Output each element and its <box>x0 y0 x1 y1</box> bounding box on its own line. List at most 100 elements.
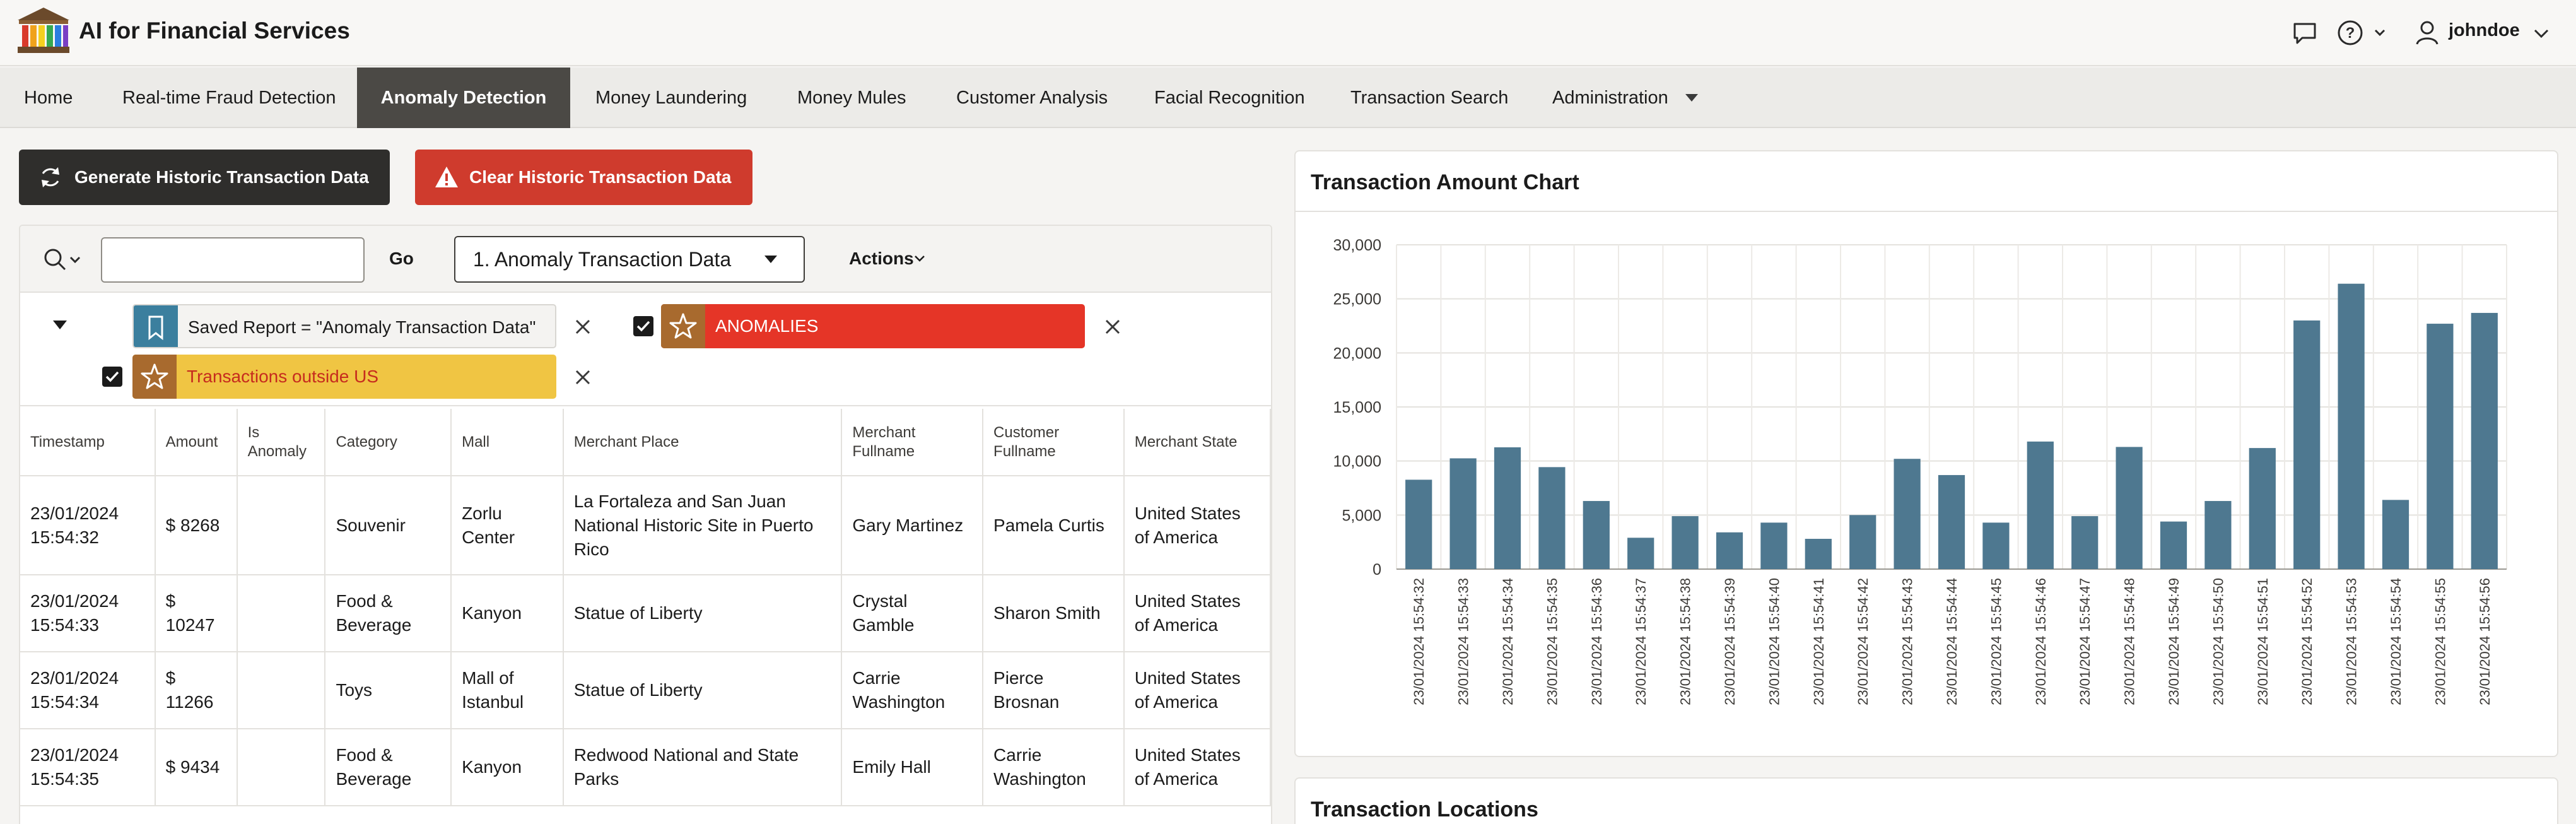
saved-report-filter-chip[interactable]: Saved Report = "Anomaly Transaction Data… <box>132 304 556 348</box>
chart-bar <box>1583 501 1610 569</box>
generate-historic-data-button[interactable]: Generate Historic Transaction Data <box>19 150 390 205</box>
cell-merchant-place: Statue of Liberty <box>563 575 843 652</box>
user-name[interactable]: johndoe <box>2449 20 2520 41</box>
cell-category: Toys <box>325 652 452 729</box>
chart-bar <box>1449 458 1477 569</box>
cell-amount: $ 8268 <box>155 476 238 575</box>
nav-facial-recognition[interactable]: Facial Recognition <box>1154 68 1305 128</box>
table-row: 23/01/2024 15:54:34 $ 11266 Toys Mall of… <box>20 652 1271 729</box>
outside-us-filter-checkbox[interactable] <box>102 367 122 387</box>
cell-category: Food & Beverage <box>325 729 452 806</box>
report-toolbar: Go 1. Anomaly Transaction Data Actions <box>20 226 1271 293</box>
nav-real-time-fraud-detection[interactable]: Real-time Fraud Detection <box>122 68 336 128</box>
x-tick-label: 23/01/2024 15:54:46 <box>2033 578 2049 705</box>
star-icon <box>132 355 177 399</box>
cell-customer-fullname: Pierce Brosnan <box>983 652 1125 729</box>
chart-bar <box>1760 522 1788 569</box>
table-header-row: Timestamp Amount Is Anomaly Category Mal… <box>20 409 1271 476</box>
cell-is-anomaly <box>237 729 326 806</box>
app-title[interactable]: AI for Financial Services <box>79 18 350 44</box>
x-tick-label: 23/01/2024 15:54:35 <box>1544 578 1560 705</box>
chart-bar <box>2338 283 2365 569</box>
nav-money-mules[interactable]: Money Mules <box>797 68 906 128</box>
transaction-amount-chart-panel: Transaction Amount Chart 0 5,000 10,000 15,… <box>1294 150 2558 757</box>
chart-bar <box>2293 320 2321 569</box>
chart-panel-title: Transaction Amount Chart <box>1311 170 1579 194</box>
cell-merchant-place: La Fortaleza and San Juan National Histo… <box>563 476 843 575</box>
column-header-timestamp[interactable]: Timestamp <box>20 409 156 476</box>
cell-amount: $ 9434 <box>155 729 238 806</box>
x-tick-label: 23/01/2024 15:54:53 <box>2344 578 2360 705</box>
column-header-merchant-place[interactable]: Merchant Place <box>563 409 843 476</box>
column-header-merchant-fullname[interactable]: Merchant Fullname <box>841 409 984 476</box>
clear-historic-data-button[interactable]: Clear Historic Transaction Data <box>415 150 752 205</box>
chat-icon[interactable] <box>2290 18 2320 48</box>
x-tick-label: 23/01/2024 15:54:56 <box>2477 578 2493 705</box>
remove-saved-report-filter-icon[interactable] <box>573 317 593 337</box>
nav-anomaly-detection[interactable]: Anomaly Detection <box>357 68 570 128</box>
y-tick-label: 5,000 <box>1342 507 1381 524</box>
transaction-amount-chart: 0 5,000 10,000 15,000 20,000 25,000 30,000 23/0… <box>1333 237 2507 705</box>
nav-money-laundering[interactable]: Money Laundering <box>595 68 747 128</box>
chart-bar <box>2427 324 2454 569</box>
x-tick-label: 23/01/2024 15:54:54 <box>2388 578 2404 705</box>
remove-anomalies-filter-icon[interactable] <box>1103 317 1123 337</box>
cell-timestamp: 23/01/2024 15:54:32 <box>20 476 156 575</box>
anomalies-filter-checkbox[interactable] <box>633 316 653 336</box>
x-tick-label: 23/01/2024 15:54:48 <box>2122 578 2138 705</box>
nav-home[interactable]: Home <box>24 68 73 128</box>
outside-us-filter-chip[interactable]: Transactions outside US <box>132 355 556 399</box>
saved-report-select[interactable]: 1. Anomaly Transaction Data <box>454 236 805 283</box>
star-icon <box>661 304 705 348</box>
cell-merchant-fullname: Crystal Gamble <box>841 575 984 652</box>
chart-bar <box>2160 521 2187 569</box>
chart-bar <box>1716 532 1743 569</box>
y-tick-label: 10,000 <box>1333 453 1381 471</box>
x-tick-label: 23/01/2024 15:54:55 <box>2432 578 2448 705</box>
column-header-mall[interactable]: Mall <box>451 409 564 476</box>
x-tick-label: 23/01/2024 15:54:52 <box>2299 578 2315 705</box>
anomalies-filter-chip[interactable]: ANOMALIES <box>661 304 1085 348</box>
anomalies-filter-label: ANOMALIES <box>715 316 819 336</box>
column-header-amount[interactable]: Amount <box>155 409 238 476</box>
x-tick-label: 23/01/2024 15:54:37 <box>1633 578 1649 705</box>
go-button[interactable]: Go <box>389 249 414 269</box>
cell-customer-fullname: Pamela Curtis <box>983 476 1125 575</box>
search-column-icon[interactable] <box>42 246 83 274</box>
collapse-filters-icon[interactable] <box>52 318 68 332</box>
x-tick-label: 23/01/2024 15:54:41 <box>1811 578 1827 705</box>
column-header-customer-fullname[interactable]: Customer Fullname <box>983 409 1125 476</box>
locations-panel-title: Transaction Locations <box>1311 798 1538 821</box>
y-tick-label: 30,000 <box>1333 237 1381 254</box>
table-row: 23/01/2024 15:54:32 $ 8268 Souvenir Zorl… <box>20 476 1271 575</box>
column-header-is-anomaly[interactable]: Is Anomaly <box>237 409 326 476</box>
actions-menu-button[interactable]: Actions <box>849 249 925 269</box>
cell-timestamp: 23/01/2024 15:54:33 <box>20 575 156 652</box>
svg-text:?: ? <box>2346 25 2355 42</box>
nav-administration[interactable]: Administration <box>1552 68 1668 128</box>
cell-merchant-fullname: Gary Martinez <box>841 476 984 575</box>
column-header-category[interactable]: Category <box>325 409 452 476</box>
report-search-input[interactable] <box>101 237 365 283</box>
administration-dropdown-icon[interactable] <box>1684 91 1699 104</box>
x-tick-label: 23/01/2024 15:54:33 <box>1456 578 1472 705</box>
x-tick-label: 23/01/2024 15:54:45 <box>1988 578 2004 705</box>
x-tick-label: 23/01/2024 15:54:34 <box>1500 578 1516 705</box>
actions-label: Actions <box>849 249 914 268</box>
nav-customer-analysis[interactable]: Customer Analysis <box>956 68 1108 128</box>
select-caret-icon <box>764 256 777 263</box>
chart-bar <box>2071 516 2099 569</box>
nav-transaction-search[interactable]: Transaction Search <box>1350 68 1508 128</box>
help-menu-icon[interactable]: ? <box>2336 18 2389 48</box>
cell-mall: Kanyon <box>451 729 564 806</box>
column-header-merchant-state[interactable]: Merchant State <box>1123 409 1271 476</box>
user-icon[interactable] <box>2413 18 2441 48</box>
user-menu-chevron-icon[interactable] <box>2532 18 2551 48</box>
chart-bar <box>1805 539 1832 569</box>
cell-merchant-state: United States of America <box>1123 652 1271 729</box>
x-tick-label: 23/01/2024 15:54:39 <box>1722 578 1738 705</box>
x-tick-label: 23/01/2024 15:54:42 <box>1855 578 1871 705</box>
cell-merchant-place: Statue of Liberty <box>563 652 843 729</box>
cell-merchant-fullname: Carrie Washington <box>841 652 984 729</box>
remove-outside-us-filter-icon[interactable] <box>573 367 593 387</box>
